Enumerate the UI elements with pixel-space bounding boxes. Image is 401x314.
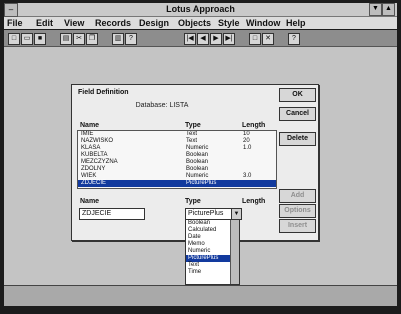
header-type: Type [185,122,201,129]
menu-bar: File Edit View Records Design Objects St… [4,17,397,29]
add-button[interactable]: Add [279,189,316,203]
field-row[interactable]: KUBELTA Boolean [78,152,276,159]
header-name: Name [80,122,100,129]
delete-icon[interactable]: ✕ [262,33,274,45]
field-row[interactable]: ZDOLNY Boolean [78,166,276,173]
cut-icon[interactable]: ✂ [73,33,85,45]
prev-icon[interactable]: ◀ [197,33,209,45]
menu-file[interactable]: File [7,18,23,28]
field-row[interactable]: IMIE Text 10 [78,131,276,138]
field-row[interactable]: WIEK Numeric 3.0 [78,173,276,180]
dialog-title: Field Definition [78,89,129,96]
menu-edit[interactable]: Edit [36,18,53,28]
type-dropdown[interactable]: Boolean Calculated Date Memo Numeric Pic… [185,219,240,285]
save-icon[interactable]: ■ [34,33,46,45]
dropdown-scrollbar[interactable] [230,220,239,284]
field-type: Text [186,138,198,144]
field-type: Text [186,131,198,137]
delete-button[interactable]: Delete [279,132,316,146]
cancel-button[interactable]: Cancel [279,107,316,121]
field-length: 20 [243,138,250,144]
menu-records[interactable]: Records [95,18,131,28]
menu-style[interactable]: Style [218,18,240,28]
menu-window[interactable]: Window [246,18,280,28]
field-list[interactable]: IMIE Text 10 NAZWISKO Text 20 KLASA Numeric 1.… [77,130,277,189]
maximize-icon[interactable]: ▲ [382,3,395,16]
field-name: NAZWISKO [81,138,114,144]
next-icon[interactable]: ▶ [210,33,222,45]
field-type-value: PicturePlus [188,210,224,217]
window-title: Lotus Approach [166,4,235,14]
copy-icon[interactable]: ❐ [86,33,98,45]
field-name: IMIE [81,131,94,137]
field-row[interactable]: KLASA Numeric 1.0 [78,145,276,152]
database-label: Database: LISTA [135,102,189,109]
field-length: 10 [243,131,250,137]
field-row[interactable]: MEZCZYZNA Boolean [78,159,276,166]
last-icon[interactable]: ▶| [223,33,235,45]
title-bar: – Lotus Approach ▼ ▲ [4,3,397,17]
menu-objects[interactable]: Objects [178,18,211,28]
chevron-down-icon[interactable]: ▼ [231,209,241,219]
paste-icon[interactable]: ▥ [112,33,124,45]
field-name: ZDOLNY [81,166,106,172]
help-icon[interactable]: ? [288,33,300,45]
options-button[interactable]: Options [279,204,316,218]
first-icon[interactable]: |◀ [184,33,196,45]
field-type: Boolean [186,159,209,165]
field-type: PicturePlus [186,180,217,186]
name-label: Name [80,198,100,205]
field-type: Boolean [186,152,209,158]
new-icon[interactable]: □ [8,33,20,45]
minimize-icon[interactable]: ▼ [369,3,382,16]
field-length: 3.0 [243,173,252,179]
menu-help[interactable]: Help [286,18,306,28]
field-row[interactable]: NAZWISKO Text 20 [78,138,276,145]
length-label: Length [242,198,266,205]
screen: – Lotus Approach ▼ ▲ File Edit View Reco… [0,0,401,314]
toolbar: □ ▭ ■ ▤ ✂ ❐ ▥ ? |◀ ◀ ▶ ▶| □ ✕ ? [4,30,397,47]
field-length: 1.0 [243,145,252,151]
field-name-input[interactable]: ZDJECIE [79,208,145,220]
ok-button[interactable]: OK [279,88,316,102]
field-name: MEZCZYZNA [81,159,118,165]
field-row-selected[interactable]: ZDJECIE PicturePlus [78,180,276,187]
type-label: Type [185,198,201,205]
field-name: KLASA [81,145,101,151]
field-definition-dialog: Field Definition Database: LISTA Name Ty… [71,84,319,285]
field-name: KUBELTA [81,152,108,158]
field-type: Boolean [186,166,209,172]
field-type: Numeric [186,145,209,151]
open-icon[interactable]: ▭ [21,33,33,45]
find-icon[interactable]: ? [125,33,137,45]
menu-design[interactable]: Design [139,18,169,28]
print-icon[interactable]: ▤ [60,33,72,45]
field-name: WIEK [81,173,97,179]
new-record-icon[interactable]: □ [249,33,261,45]
field-name: ZDJECIE [81,180,107,186]
status-bar [4,285,397,306]
field-type: Numeric [186,173,209,179]
menu-view[interactable]: View [64,18,84,28]
header-length: Length [242,122,266,129]
insert-button[interactable]: Insert [279,219,316,233]
